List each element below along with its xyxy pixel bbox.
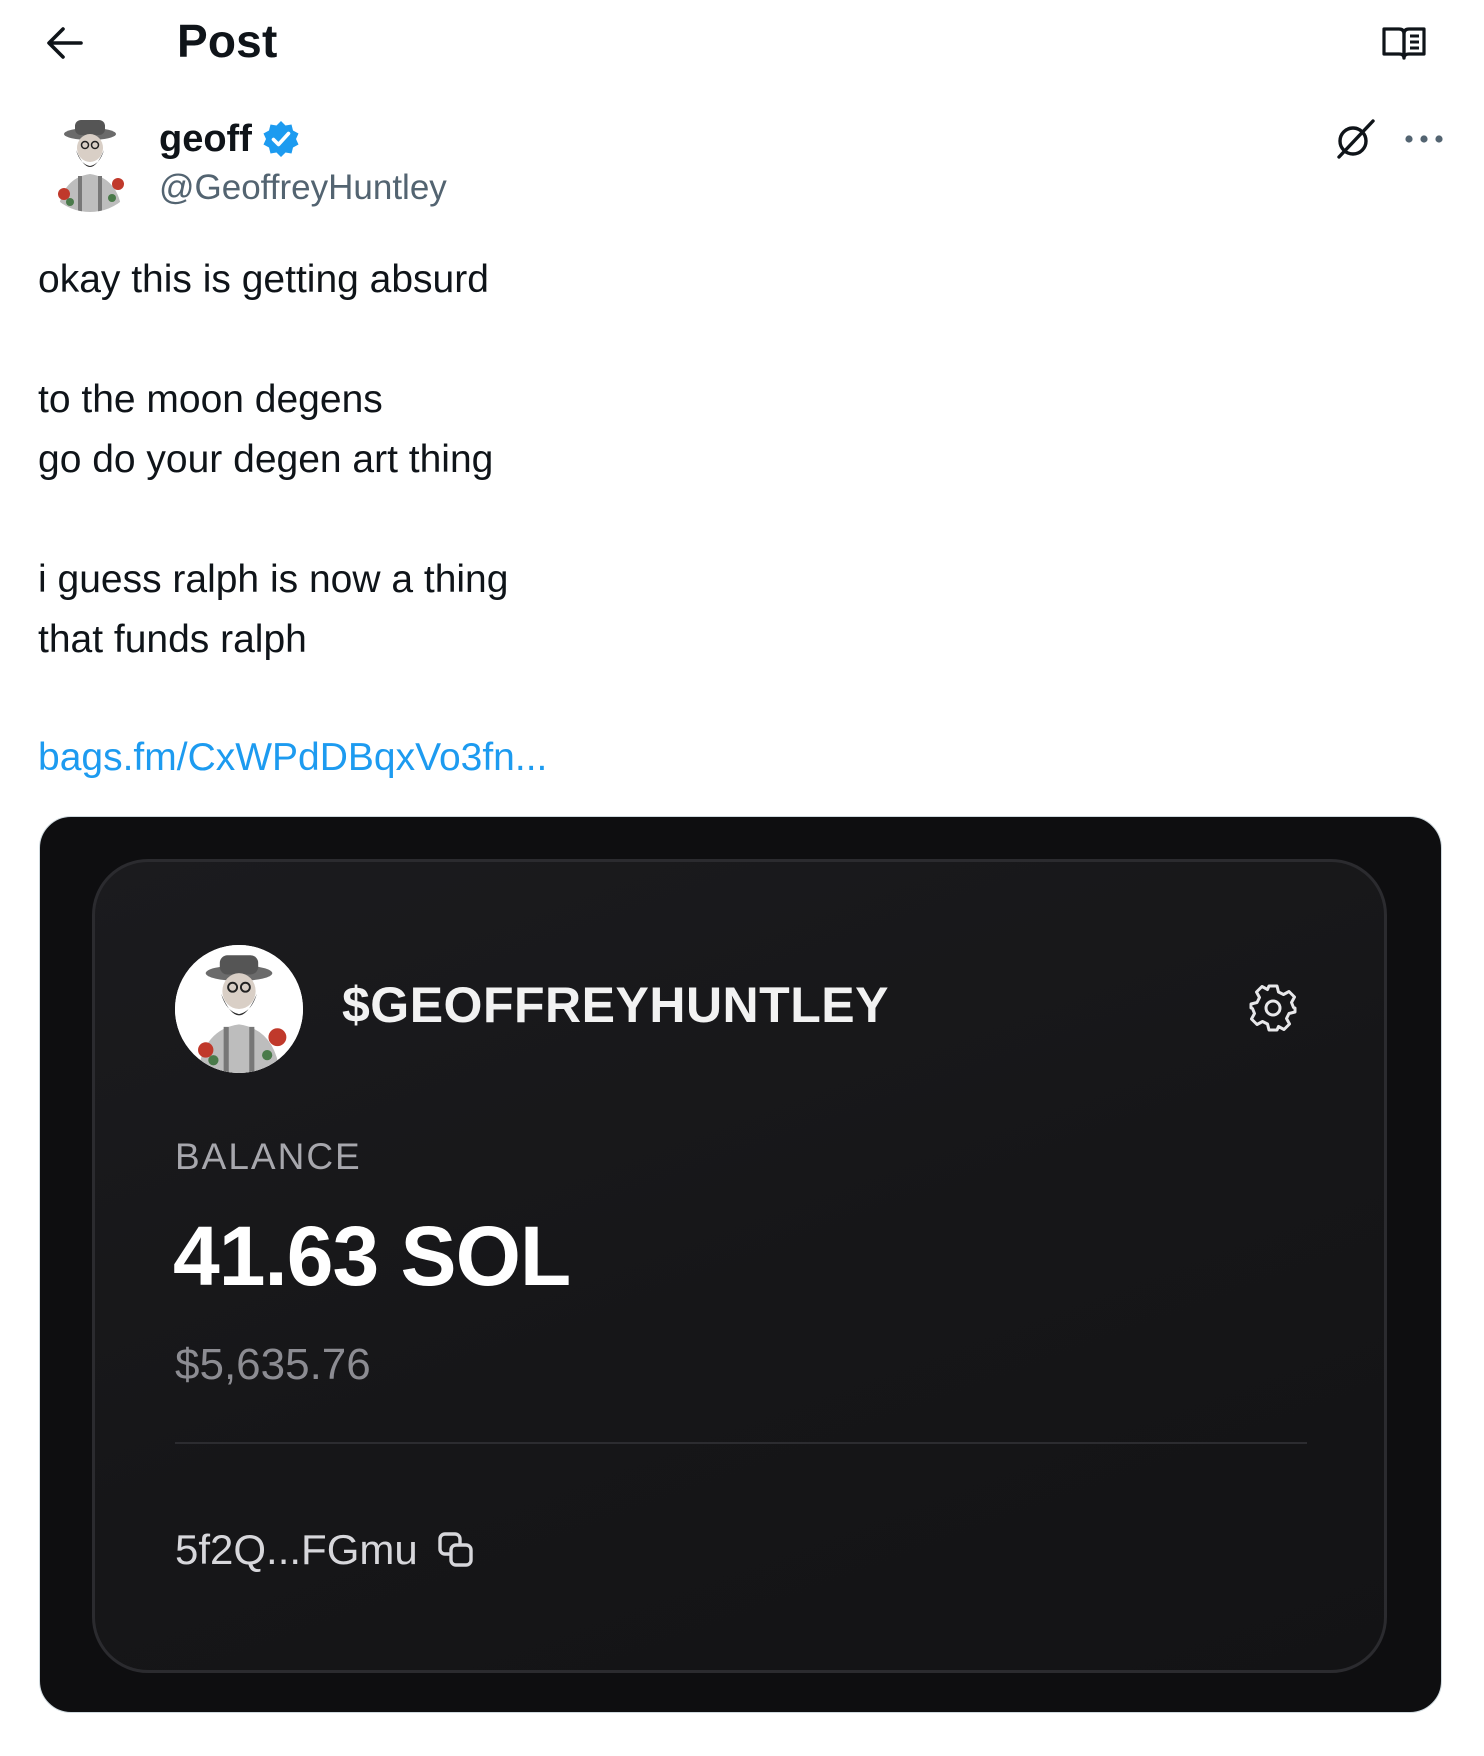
post-line: go do your degen art thing	[38, 438, 494, 481]
settings-button	[1243, 980, 1303, 1040]
gear-icon	[1247, 982, 1299, 1039]
more-dots-icon	[1404, 131, 1444, 149]
post-link[interactable]: bags.fm/CxWPdDBqxVo3fn...	[38, 728, 547, 788]
token-avatar	[175, 945, 303, 1073]
top-bar: Post	[0, 0, 1484, 90]
bearded-man-avatar-icon	[40, 112, 140, 212]
post-line: to the moon degens	[38, 378, 383, 421]
back-button[interactable]	[38, 22, 92, 68]
page-title: Post	[177, 15, 278, 67]
wallet-address: 5f2Q...FGmu	[175, 1526, 418, 1573]
balance-usd-value: $5,635.76	[175, 1340, 371, 1389]
author-handle[interactable]: @GeoffreyHuntley	[159, 168, 447, 208]
post-media-image[interactable]: $GEOFFREYHUNTLEY BALANCE 41.63 SOL $5,63…	[39, 816, 1442, 1713]
balance-label: BALANCE	[175, 1136, 362, 1177]
balance-value: 41.63 SOL	[173, 1209, 571, 1303]
post-text: okay this is getting absurd to the moon …	[38, 250, 1438, 670]
verified-badge-icon[interactable]	[260, 118, 302, 160]
bearded-man-avatar-icon	[175, 945, 303, 1073]
post-line-blank	[38, 490, 1438, 550]
grok-icon	[1332, 116, 1378, 167]
reader-mode-button[interactable]	[1376, 20, 1432, 70]
post-line: i guess ralph is now a thing	[38, 558, 509, 601]
author-name-row: geoff	[159, 114, 302, 164]
token-name: $GEOFFREYHUNTLEY	[342, 977, 889, 1033]
wallet-card: $GEOFFREYHUNTLEY BALANCE 41.63 SOL $5,63…	[92, 859, 1387, 1673]
arrow-left-icon	[45, 25, 85, 66]
author-avatar[interactable]	[40, 112, 140, 212]
post-line-blank	[38, 310, 1438, 370]
wallet-address-row: 5f2Q...FGmu	[175, 1526, 478, 1574]
post-line: okay this is getting absurd	[38, 258, 489, 301]
grok-button[interactable]	[1328, 114, 1382, 168]
author-name[interactable]: geoff	[159, 118, 252, 161]
copy-icon	[434, 1528, 478, 1572]
divider	[175, 1442, 1307, 1444]
post-line: that funds ralph	[38, 618, 307, 661]
more-options-button[interactable]	[1396, 118, 1452, 162]
reader-mode-icon	[1380, 24, 1428, 67]
